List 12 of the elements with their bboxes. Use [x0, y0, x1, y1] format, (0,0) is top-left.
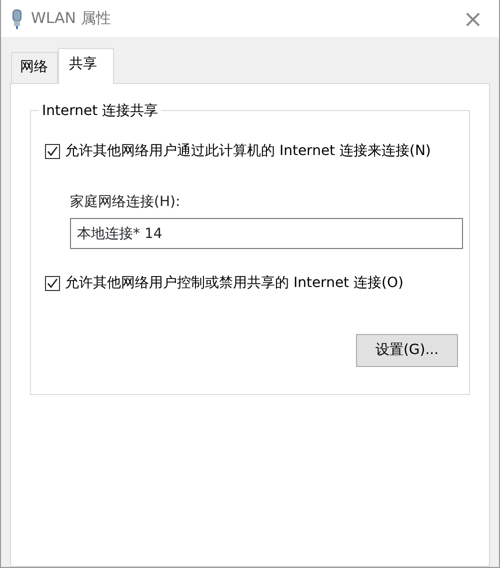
field-label: 家庭网络连接(H):: [70, 193, 182, 212]
tab[interactable]: 网络: [11, 52, 58, 83]
close-button[interactable]: ×: [454, 6, 491, 30]
window-title: WLAN 属性: [31, 8, 112, 30]
settings-button[interactable]: 设置(G)...: [356, 334, 458, 367]
checkbox-label: 允许其他网络用户通过此计算机的 Internet 连接来连接(N): [65, 142, 431, 161]
tab[interactable]: 共享: [58, 48, 114, 84]
input-field[interactable]: 本地连接* 14: [70, 218, 463, 249]
checkbox-label: 允许其他网络用户控制或禁用共享的 Internet 连接(O): [65, 274, 404, 293]
network-adapter-icon: [11, 8, 23, 28]
checkbox[interactable]: [45, 144, 60, 159]
checkbox[interactable]: [45, 276, 60, 291]
